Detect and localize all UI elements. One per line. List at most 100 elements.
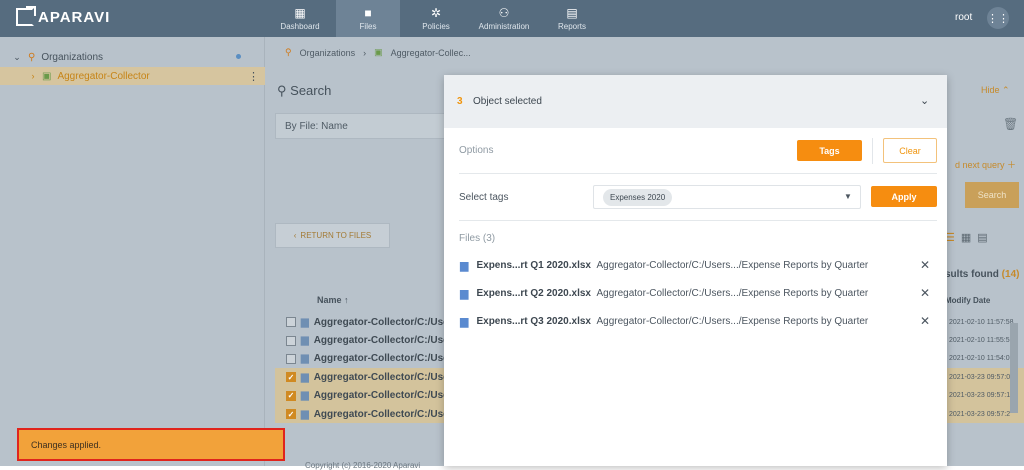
next-query-label: d next query bbox=[955, 160, 1005, 170]
return-to-files-button[interactable]: ‹ RETURN TO FILES bbox=[275, 223, 390, 248]
file-icon: ▆ bbox=[301, 316, 309, 328]
gear-icon: ✲ bbox=[430, 6, 442, 20]
remove-file-icon[interactable]: ✕ bbox=[920, 286, 930, 300]
search-button[interactable]: Search bbox=[965, 182, 1019, 208]
row-date: 2021-03-23 09:57:1 bbox=[949, 392, 1011, 400]
collector-icon: ▣ bbox=[374, 47, 383, 57]
main-nav: ▦ Dashboard ■ Files ✲ Policies ⚇ Adminis… bbox=[268, 0, 604, 37]
search-title: Search bbox=[290, 83, 332, 98]
options-label: Options bbox=[459, 145, 494, 156]
breadcrumb-item[interactable]: Aggregator-Collec... bbox=[391, 48, 471, 58]
trash-icon[interactable]: 🗑 bbox=[1003, 117, 1018, 131]
row-checkbox[interactable] bbox=[286, 317, 296, 328]
row-date: 2021-03-23 09:57:2 bbox=[949, 410, 1011, 418]
row-date: 2021-02-10 11:54:01 bbox=[949, 355, 1014, 363]
by-file-field[interactable]: By File: Name bbox=[275, 113, 450, 139]
add-next-query-link[interactable]: d next query ＋ bbox=[955, 158, 1016, 171]
breadcrumb: ⚲ Organizations › ▣ Aggregator-Collec... bbox=[285, 47, 471, 58]
column-header-date[interactable]: Modify Date bbox=[945, 296, 990, 305]
remove-file-icon[interactable]: ✕ bbox=[920, 314, 930, 328]
nav-label: Policies bbox=[422, 22, 450, 31]
sidebar: ⌄ ⚲ Organizations › ▣ Aggregator-Collect… bbox=[0, 37, 265, 466]
files-label: Files (3) bbox=[459, 233, 496, 244]
caret-down-icon[interactable]: ▼ bbox=[844, 192, 852, 201]
nav-policies[interactable]: ✲ Policies bbox=[404, 0, 468, 37]
row-path: Aggregator-Collector/C:/Use bbox=[313, 371, 449, 383]
file-icon: ▆ bbox=[301, 408, 309, 420]
status-dot-icon bbox=[236, 54, 241, 59]
row-path: Aggregator-Collector/C:/Use bbox=[313, 316, 449, 328]
row-checkbox[interactable] bbox=[286, 335, 296, 346]
tile-view-icon[interactable]: ▤ bbox=[977, 231, 987, 244]
row-checkbox[interactable]: ✓ bbox=[286, 409, 296, 420]
more-options-icon[interactable]: ⋮ bbox=[248, 70, 259, 83]
chevron-right-icon: › bbox=[363, 47, 367, 58]
column-header-name[interactable]: Name ↑ bbox=[317, 295, 349, 305]
tag-chip[interactable]: Expenses 2020 bbox=[603, 189, 673, 206]
selected-count: 3 bbox=[457, 96, 463, 107]
nav-label: Administration bbox=[478, 22, 530, 31]
row-checkbox[interactable]: ✓ bbox=[286, 390, 296, 401]
nav-administration[interactable]: ⚇ Administration bbox=[472, 0, 536, 37]
divider bbox=[872, 138, 873, 164]
toast-notification: Changes applied. bbox=[17, 428, 285, 461]
plus-icon: ＋ bbox=[1007, 160, 1017, 170]
row-date: 2021-02-10 11:57:58 bbox=[949, 318, 1014, 326]
file-icon: ▆ bbox=[460, 315, 469, 328]
tree-item-organizations[interactable]: ⌄ ⚲ Organizations bbox=[0, 48, 265, 66]
row-date: 2021-02-10 11:55:59 bbox=[949, 337, 1014, 345]
apply-button[interactable]: Apply bbox=[871, 186, 937, 207]
nav-label: Files bbox=[359, 22, 377, 31]
hierarchy-icon: ⚲ bbox=[28, 51, 36, 63]
file-path: Aggregator-Collector/C:/Users.../Expense… bbox=[596, 259, 869, 271]
remove-file-icon[interactable]: ✕ bbox=[920, 258, 930, 272]
file-path: Aggregator-Collector/C:/Users.../Expense… bbox=[596, 287, 869, 299]
hide-link[interactable]: Hide ⌃ bbox=[981, 85, 1010, 96]
app-logo[interactable]: APARAVI bbox=[16, 6, 111, 26]
tree-label: Organizations bbox=[41, 51, 104, 63]
file-icon: ▆ bbox=[301, 371, 309, 383]
selected-text: Object selected bbox=[473, 96, 542, 107]
col-name-label: Name bbox=[317, 295, 342, 305]
row-checkbox[interactable] bbox=[286, 353, 296, 364]
nav-label: Reports bbox=[557, 22, 586, 31]
row-date: 2021-03-23 09:57:0 bbox=[949, 373, 1011, 381]
file-icon: ▆ bbox=[301, 390, 309, 402]
row-path: Aggregator-Collector/C:/Use bbox=[313, 353, 449, 365]
breadcrumb-item[interactable]: Organizations bbox=[300, 48, 356, 58]
scrollbar[interactable] bbox=[1010, 323, 1018, 413]
view-toggle: ☰ ▦ ▤ bbox=[945, 231, 988, 244]
selected-file-row: ▆ Expens...rt Q3 2020.xlsx Aggregator-Co… bbox=[460, 313, 940, 329]
grid-view-icon[interactable]: ▦ bbox=[961, 231, 971, 244]
collector-icon: ▣ bbox=[42, 70, 52, 82]
tree-item-aggregator-collector[interactable]: › ▣ Aggregator-Collector bbox=[0, 67, 265, 85]
nav-files[interactable]: ■ Files bbox=[336, 0, 400, 37]
nav-reports[interactable]: ▤ Reports bbox=[540, 0, 604, 37]
modal-header[interactable]: 3 Object selected ⌄ bbox=[444, 75, 947, 128]
file-icon: ▆ bbox=[301, 335, 309, 347]
chevron-right-icon[interactable]: › bbox=[28, 71, 38, 81]
user-menu[interactable]: root bbox=[955, 12, 972, 23]
apps-grid-icon[interactable]: ⋮⋮ bbox=[987, 7, 1009, 29]
file-name: Expens...rt Q1 2020.xlsx bbox=[476, 259, 591, 271]
clear-button[interactable]: Clear bbox=[883, 138, 937, 163]
chevron-down-icon[interactable]: ⌄ bbox=[920, 94, 929, 107]
people-icon: ⚇ bbox=[498, 6, 510, 20]
selected-file-row: ▆ Expens...rt Q2 2020.xlsx Aggregator-Co… bbox=[460, 285, 940, 301]
results-count: sults found (14) bbox=[945, 269, 1019, 280]
hide-label: Hide bbox=[981, 85, 1000, 95]
chevron-down-icon[interactable]: ⌄ bbox=[12, 52, 22, 63]
search-heading: ⚲ Search bbox=[277, 83, 331, 99]
row-path: Aggregator-Collector/C:/Use bbox=[313, 390, 449, 402]
brand-name: APARAVI bbox=[38, 8, 111, 26]
hierarchy-icon: ⚲ bbox=[285, 47, 292, 57]
tags-modal: 3 Object selected ⌄ Options Tags Clear S… bbox=[444, 75, 947, 466]
tags-button[interactable]: Tags bbox=[797, 140, 862, 161]
clipboard-icon: ▤ bbox=[566, 6, 578, 20]
chevron-left-icon: ‹ bbox=[293, 231, 297, 240]
file-icon: ▆ bbox=[301, 353, 309, 365]
row-checkbox[interactable]: ✓ bbox=[286, 372, 296, 383]
nav-dashboard[interactable]: ▦ Dashboard bbox=[268, 0, 332, 37]
tag-select[interactable]: Expenses 2020 ▼ bbox=[593, 185, 861, 209]
row-path: Aggregator-Collector/C:/Use bbox=[313, 408, 449, 420]
